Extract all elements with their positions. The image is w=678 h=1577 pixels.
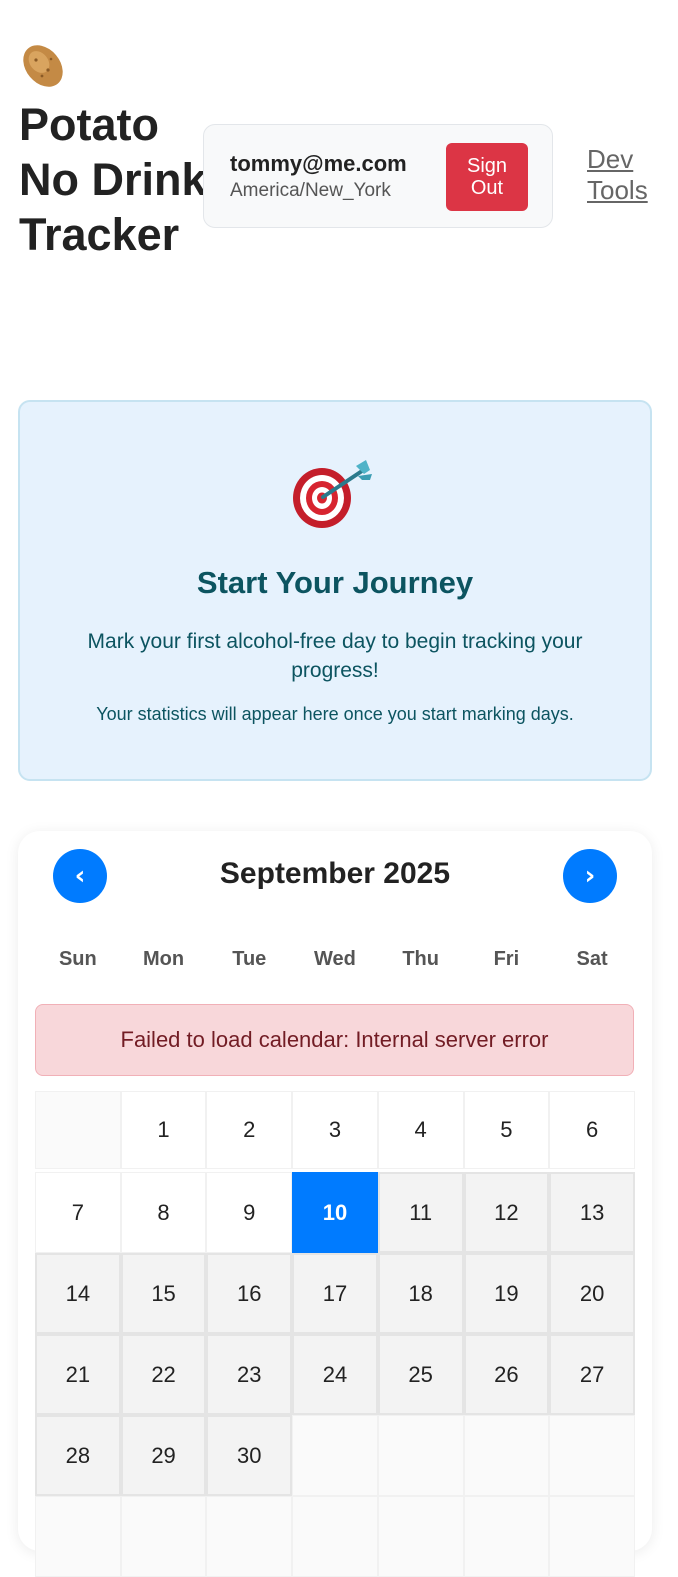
calendar-day: 26 (463, 1334, 550, 1415)
start-journey-card: Start Your Journey Mark your first alcoh… (18, 400, 652, 781)
calendar-day[interactable]: 3 (292, 1091, 378, 1169)
calendar-day[interactable]: 9 (206, 1172, 293, 1253)
potato-icon (23, 45, 63, 87)
calendar-day: 22 (120, 1334, 207, 1415)
calendar-day: 25 (377, 1334, 464, 1415)
user-email: tommy@me.com (230, 151, 407, 176)
empty-day-cell (120, 1496, 207, 1577)
user-info-card: tommy@me.com America/New_York Sign Out (203, 124, 553, 228)
user-timezone: America/New_York (230, 180, 391, 201)
calendar-day: 24 (292, 1334, 378, 1415)
empty-day-cell (35, 1496, 121, 1577)
journey-title: Start Your Journey (196, 565, 474, 600)
calendar-card: ‹ September 2025 › Sun Mon Tue Wed Thu F… (18, 831, 652, 1577)
calendar-day[interactable]: 4 (377, 1091, 464, 1169)
calendar-grid: 1 2 3 4 5 6 7 8 9 10 11 12 13 14 15 16 17 18 19 20 21 22 23 24 2… (35, 1091, 635, 1577)
calendar-error-banner: Failed to load calendar: Internal server… (35, 1004, 634, 1076)
empty-day-cell (463, 1415, 550, 1496)
calendar-day: 17 (292, 1253, 378, 1334)
empty-day-cell (549, 1415, 635, 1496)
app-title: Potato No Drink Tracker (19, 99, 207, 260)
journey-message: Mark your first alcohol-free day to begi… (87, 630, 583, 682)
empty-day-cell (206, 1496, 293, 1577)
weekday-label: Sat (576, 948, 608, 970)
calendar-day: 16 (206, 1253, 293, 1334)
calendar-day[interactable]: 5 (463, 1091, 550, 1169)
month-title: September 2025 (219, 857, 451, 890)
sign-out-button[interactable]: Sign Out (446, 143, 528, 211)
calendar-day: 30 (206, 1415, 293, 1496)
calendar-day[interactable]: 2 (206, 1091, 293, 1169)
calendar-day: 18 (377, 1253, 464, 1334)
journey-subtext: Your statistics will appear here once yo… (96, 704, 574, 724)
empty-day-cell (292, 1415, 378, 1496)
app-header: Potato No Drink Tracker tommy@me.com Ame… (0, 0, 678, 340)
calendar-day-today[interactable]: 10 (292, 1172, 378, 1253)
weekday-header: Sun Mon Tue Wed Thu Fri Sat (35, 948, 635, 971)
calendar-day: 19 (463, 1253, 550, 1334)
calendar-day: 14 (35, 1253, 121, 1334)
dev-tools-link[interactable]: Dev Tools (587, 144, 667, 206)
calendar-day: 13 (549, 1172, 635, 1253)
calendar-day: 21 (35, 1334, 121, 1415)
weekday-label: Sun (58, 948, 97, 970)
calendar-day: 11 (377, 1172, 464, 1253)
calendar-day: 27 (549, 1334, 635, 1415)
empty-day-cell (463, 1496, 550, 1577)
calendar-day[interactable]: 6 (549, 1091, 635, 1169)
calendar-day: 12 (463, 1172, 550, 1253)
empty-day-cell (377, 1496, 464, 1577)
calendar-day[interactable]: 8 (120, 1172, 207, 1253)
weekday-label: Tue (232, 948, 267, 970)
empty-day-cell (549, 1496, 635, 1577)
calendar-day[interactable]: 1 (120, 1091, 207, 1169)
empty-day-cell (292, 1496, 378, 1577)
weekday-label: Thu (402, 948, 439, 970)
calendar-day: 29 (120, 1415, 207, 1496)
empty-day-cell (377, 1415, 464, 1496)
calendar-day: 15 (120, 1253, 207, 1334)
empty-day-cell (35, 1091, 121, 1169)
weekday-label: Fri (493, 948, 520, 970)
target-icon (293, 460, 372, 528)
weekday-label: Wed (314, 948, 356, 970)
weekday-label: Mon (143, 948, 185, 970)
calendar-day: 23 (206, 1334, 293, 1415)
calendar-day: 20 (549, 1253, 635, 1334)
next-month-button[interactable]: › (563, 849, 617, 903)
calendar-day[interactable]: 7 (35, 1172, 121, 1253)
calendar-day: 28 (35, 1415, 121, 1496)
